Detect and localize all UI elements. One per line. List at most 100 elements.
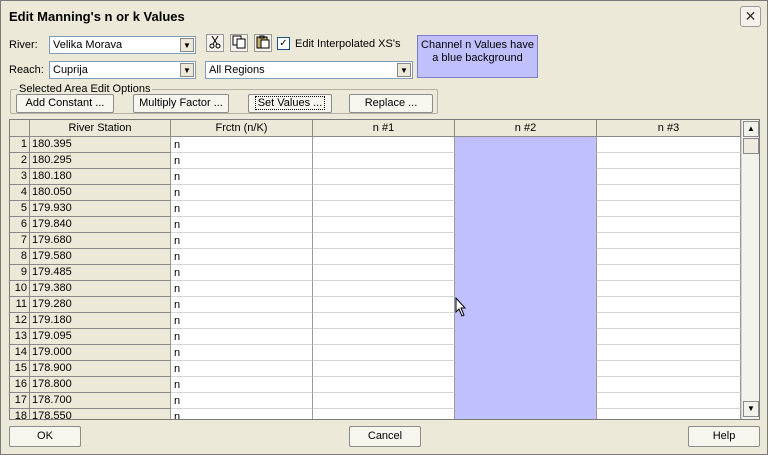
add-constant-button[interactable]: Add Constant ...	[16, 94, 114, 113]
col-header-n2[interactable]: n #2	[455, 120, 597, 137]
frctn-cell[interactable]: n	[171, 409, 313, 419]
scroll-thumb[interactable]	[743, 138, 759, 154]
reach-select[interactable]: Cuprija ▼	[49, 61, 196, 79]
n3-cell[interactable]	[597, 137, 741, 153]
row-number[interactable]: 17	[10, 393, 30, 409]
station-cell[interactable]: 179.380	[30, 281, 171, 297]
vertical-scrollbar[interactable]: ▲ ▼	[741, 120, 759, 419]
n3-cell[interactable]	[597, 249, 741, 265]
frctn-cell[interactable]: n	[171, 169, 313, 185]
row-number[interactable]: 7	[10, 233, 30, 249]
station-cell[interactable]: 179.930	[30, 201, 171, 217]
n3-cell[interactable]	[597, 281, 741, 297]
n1-cell[interactable]	[313, 297, 455, 313]
n2-cell[interactable]	[455, 169, 597, 185]
n3-cell[interactable]	[597, 217, 741, 233]
n3-cell[interactable]	[597, 233, 741, 249]
frctn-cell[interactable]: n	[171, 329, 313, 345]
n3-cell[interactable]	[597, 409, 741, 419]
n1-cell[interactable]	[313, 217, 455, 233]
n3-cell[interactable]	[597, 185, 741, 201]
n2-cell[interactable]	[455, 281, 597, 297]
n1-cell[interactable]	[313, 185, 455, 201]
copy-icon[interactable]	[230, 34, 248, 52]
frctn-cell[interactable]: n	[171, 185, 313, 201]
n3-cell[interactable]	[597, 297, 741, 313]
scroll-up-icon[interactable]: ▲	[743, 121, 759, 137]
frctn-cell[interactable]: n	[171, 233, 313, 249]
row-number[interactable]: 5	[10, 201, 30, 217]
n3-cell[interactable]	[597, 377, 741, 393]
n3-cell[interactable]	[597, 169, 741, 185]
scroll-down-icon[interactable]: ▼	[743, 401, 759, 417]
frctn-cell[interactable]: n	[171, 201, 313, 217]
station-cell[interactable]: 180.395	[30, 137, 171, 153]
n2-cell[interactable]	[455, 217, 597, 233]
ok-button[interactable]: OK	[9, 426, 81, 447]
close-icon[interactable]: ✕	[740, 6, 761, 27]
help-button[interactable]: Help	[688, 426, 760, 447]
station-cell[interactable]: 179.280	[30, 297, 171, 313]
n1-cell[interactable]	[313, 201, 455, 217]
n2-cell[interactable]	[455, 361, 597, 377]
frctn-cell[interactable]: n	[171, 377, 313, 393]
cancel-button[interactable]: Cancel	[349, 426, 421, 447]
n3-cell[interactable]	[597, 265, 741, 281]
frctn-cell[interactable]: n	[171, 393, 313, 409]
frctn-cell[interactable]: n	[171, 153, 313, 169]
n2-cell[interactable]	[455, 377, 597, 393]
row-number[interactable]: 10	[10, 281, 30, 297]
n1-cell[interactable]	[313, 169, 455, 185]
n2-cell[interactable]	[455, 409, 597, 419]
frctn-cell[interactable]: n	[171, 297, 313, 313]
n2-cell[interactable]	[455, 329, 597, 345]
n2-cell[interactable]	[455, 249, 597, 265]
scissors-icon[interactable]	[206, 34, 224, 52]
station-cell[interactable]: 179.000	[30, 345, 171, 361]
station-cell[interactable]: 178.800	[30, 377, 171, 393]
frctn-cell[interactable]: n	[171, 265, 313, 281]
row-number[interactable]: 13	[10, 329, 30, 345]
n2-cell[interactable]	[455, 185, 597, 201]
frctn-cell[interactable]: n	[171, 361, 313, 377]
n1-cell[interactable]	[313, 265, 455, 281]
n2-cell[interactable]	[455, 201, 597, 217]
col-header-frctn[interactable]: Frctn (n/K)	[171, 120, 313, 137]
regions-select[interactable]: All Regions ▼	[205, 61, 413, 79]
n1-cell[interactable]	[313, 313, 455, 329]
station-cell[interactable]: 179.485	[30, 265, 171, 281]
river-select[interactable]: Velika Morava ▼	[49, 36, 196, 54]
station-cell[interactable]: 179.680	[30, 233, 171, 249]
row-number[interactable]: 4	[10, 185, 30, 201]
chevron-down-icon[interactable]: ▼	[180, 63, 194, 77]
col-header-n3[interactable]: n #3	[597, 120, 741, 137]
n2-cell[interactable]	[455, 393, 597, 409]
n3-cell[interactable]	[597, 345, 741, 361]
station-cell[interactable]: 179.840	[30, 217, 171, 233]
n3-cell[interactable]	[597, 153, 741, 169]
row-number[interactable]: 3	[10, 169, 30, 185]
n3-cell[interactable]	[597, 313, 741, 329]
frctn-cell[interactable]: n	[171, 217, 313, 233]
n2-cell[interactable]	[455, 153, 597, 169]
n1-cell[interactable]	[313, 153, 455, 169]
n2-cell[interactable]	[455, 137, 597, 153]
interpolated-checkbox[interactable]: ✓	[277, 37, 290, 50]
n1-cell[interactable]	[313, 249, 455, 265]
row-number[interactable]: 11	[10, 297, 30, 313]
n1-cell[interactable]	[313, 361, 455, 377]
multiply-factor-button[interactable]: Multiply Factor ...	[133, 94, 229, 113]
frctn-cell[interactable]: n	[171, 249, 313, 265]
frctn-cell[interactable]: n	[171, 281, 313, 297]
n1-cell[interactable]	[313, 233, 455, 249]
row-number[interactable]: 15	[10, 361, 30, 377]
row-number[interactable]: 16	[10, 377, 30, 393]
col-header-station[interactable]: River Station	[30, 120, 171, 137]
frctn-cell[interactable]: n	[171, 137, 313, 153]
n-values-table[interactable]: River Station Frctn (n/K) n #1 n #2 n #3…	[9, 119, 760, 420]
n1-cell[interactable]	[313, 329, 455, 345]
station-cell[interactable]: 178.550	[30, 409, 171, 419]
station-cell[interactable]: 179.580	[30, 249, 171, 265]
station-cell[interactable]: 178.900	[30, 361, 171, 377]
n1-cell[interactable]	[313, 377, 455, 393]
